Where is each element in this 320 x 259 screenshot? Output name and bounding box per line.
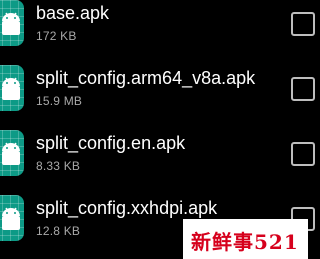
android-icon <box>0 195 24 241</box>
file-name: base.apk <box>36 3 110 23</box>
file-size: 8.33 KB <box>36 159 81 173</box>
file-row[interactable]: split_config.en.apk 8.33 KB <box>0 122 315 187</box>
file-name: split_config.en.apk <box>36 133 186 153</box>
file-name: split_config.arm64_v8a.apk <box>36 68 256 88</box>
select-checkbox[interactable] <box>291 12 315 36</box>
select-checkbox[interactable] <box>291 77 315 101</box>
file-size: 15.9 MB <box>36 94 83 108</box>
android-icon <box>0 0 24 46</box>
android-icon <box>0 65 24 111</box>
file-list: base.apk 172 KB split_config.arm64_v8a.a… <box>0 0 315 252</box>
file-row[interactable]: base.apk 172 KB <box>0 0 315 57</box>
watermark-text: 新鲜事521 <box>191 230 299 254</box>
android-icon <box>0 130 24 176</box>
file-row[interactable]: split_config.arm64_v8a.apk 15.9 MB <box>0 57 315 122</box>
file-size: 172 KB <box>36 29 77 43</box>
file-name: split_config.xxhdpi.apk <box>36 198 218 218</box>
file-size: 12.8 KB <box>36 224 81 238</box>
select-checkbox[interactable] <box>291 142 315 166</box>
watermark: 新鲜事521 <box>183 219 308 259</box>
